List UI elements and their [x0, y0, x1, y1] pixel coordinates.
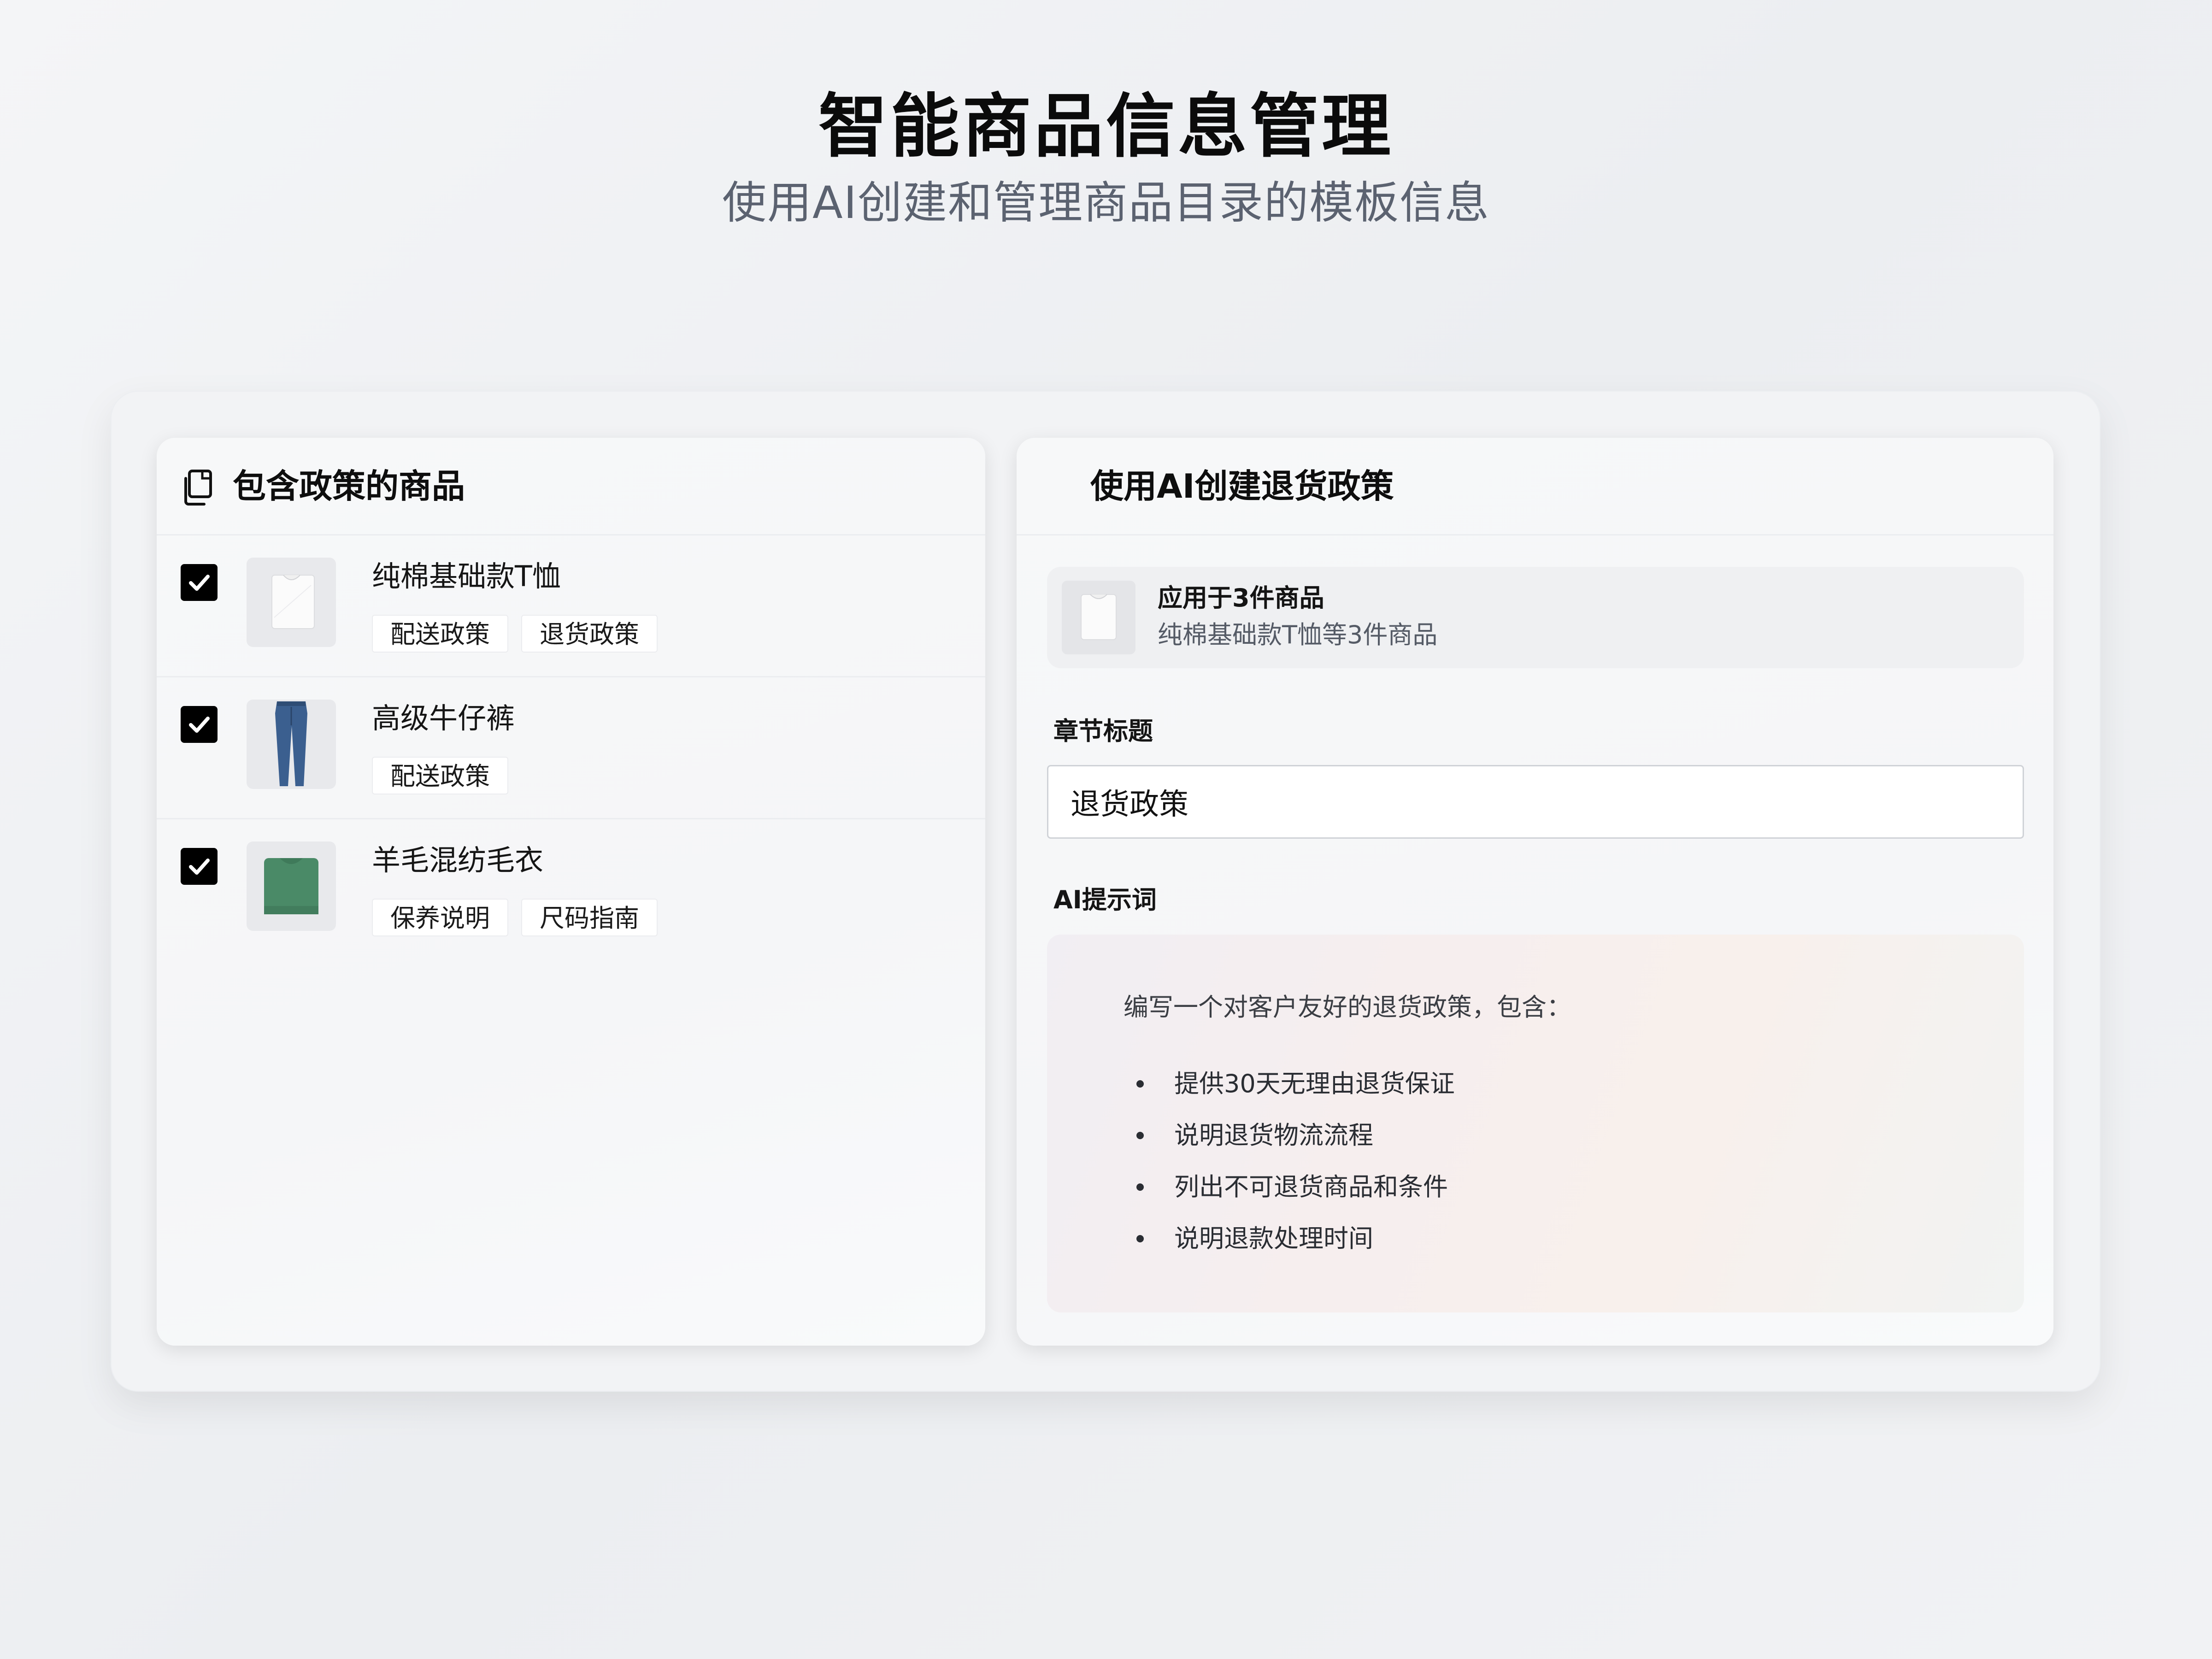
- policy-tag: 配送政策: [372, 615, 508, 653]
- product-name: 高级牛仔裤: [372, 701, 515, 735]
- policy-tag: 退货政策: [521, 615, 658, 653]
- products-panel-header: 包含政策的商品: [157, 438, 985, 535]
- section-title-input[interactable]: [1047, 765, 2024, 839]
- copy-icon: [184, 470, 212, 506]
- bullet-dot-icon: [1136, 1235, 1144, 1242]
- white-tshirt-icon: [247, 558, 336, 647]
- product-name: 纯棉基础款T恤: [372, 559, 561, 593]
- prompt-bullet-text: 说明退货物流流程: [1174, 1121, 1373, 1150]
- product-row[interactable]: 羊毛混纺毛衣 保养说明 尺码指南: [157, 819, 985, 961]
- policy-tag: 保养说明: [372, 899, 508, 936]
- product-checkbox[interactable]: [181, 706, 218, 743]
- ai-prompt-label: AI提示词: [1053, 885, 1157, 914]
- prompt-bullet-item: 提供30天无理由退货保证: [1124, 1058, 1455, 1110]
- ai-policy-panel-title: 使用AI创建退货政策: [1090, 467, 1394, 506]
- prompt-bullet-text: 说明退款处理时间: [1174, 1224, 1373, 1253]
- ai-policy-panel-header: 使用AI创建退货政策: [1017, 438, 2053, 535]
- products-panel-title: 包含政策的商品: [233, 467, 465, 506]
- applies-title: 应用于3件商品: [1158, 583, 1324, 612]
- bullet-dot-icon: [1136, 1183, 1144, 1191]
- prompt-bullet-item: 列出不可退货商品和条件: [1124, 1161, 1455, 1213]
- product-tags: 配送政策 退货政策: [372, 615, 658, 653]
- applies-subtitle: 纯棉基础款T恤等3件商品: [1158, 620, 1438, 649]
- prompt-bullet-item: 说明退款处理时间: [1124, 1213, 1455, 1265]
- policy-tag: 配送政策: [372, 757, 508, 794]
- ai-prompt-textarea[interactable]: 编写一个对客户友好的退货政策，包含： 提供30天无理由退货保证 说明退货物流流程…: [1047, 935, 2024, 1312]
- product-row[interactable]: 高级牛仔裤 配送政策: [157, 677, 985, 819]
- product-name: 羊毛混纺毛衣: [372, 843, 544, 877]
- products-panel: 包含政策的商品 纯棉基础款T恤 配送政策 退货政策 高级牛仔裤 配送政策 羊毛混…: [157, 438, 985, 1346]
- check-icon: [189, 717, 210, 733]
- product-checkbox[interactable]: [181, 564, 218, 601]
- prompt-intro: 编写一个对客户友好的退货政策，包含：: [1124, 993, 1571, 1022]
- section-title-label: 章节标题: [1053, 717, 1153, 746]
- applies-to-summary: 应用于3件商品 纯棉基础款T恤等3件商品: [1047, 567, 2024, 668]
- prompt-bullet-list: 提供30天无理由退货保证 说明退货物流流程 列出不可退货商品和条件 说明退款处理…: [1124, 1058, 1455, 1265]
- green-sweater-icon: [247, 841, 336, 931]
- product-tags: 配送政策: [372, 757, 508, 794]
- prompt-bullet-item: 说明退货物流流程: [1124, 1110, 1455, 1161]
- check-icon: [189, 575, 210, 591]
- prompt-bullet-text: 提供30天无理由退货保证: [1174, 1069, 1455, 1098]
- ai-policy-panel: 使用AI创建退货政策 应用于3件商品 纯棉基础款T恤等3件商品 章节标题 AI提…: [1017, 438, 2053, 1346]
- hero-header: 智能商品信息管理 使用AI创建和管理商品目录的模板信息: [0, 81, 2212, 233]
- check-icon: [189, 859, 210, 875]
- page-title: 智能商品信息管理: [818, 87, 1394, 167]
- page-subtitle: 使用AI创建和管理商品目录的模板信息: [722, 177, 1490, 229]
- blue-jeans-icon: [247, 700, 336, 789]
- bullet-dot-icon: [1136, 1132, 1144, 1139]
- prompt-bullet-text: 列出不可退货商品和条件: [1174, 1172, 1448, 1201]
- product-checkbox[interactable]: [181, 848, 218, 885]
- bullet-dot-icon: [1136, 1080, 1144, 1088]
- product-row[interactable]: 纯棉基础款T恤 配送政策 退货政策: [157, 535, 985, 677]
- white-tshirt-icon: [1062, 581, 1135, 654]
- product-tags: 保养说明 尺码指南: [372, 899, 658, 936]
- policy-tag: 尺码指南: [521, 899, 658, 936]
